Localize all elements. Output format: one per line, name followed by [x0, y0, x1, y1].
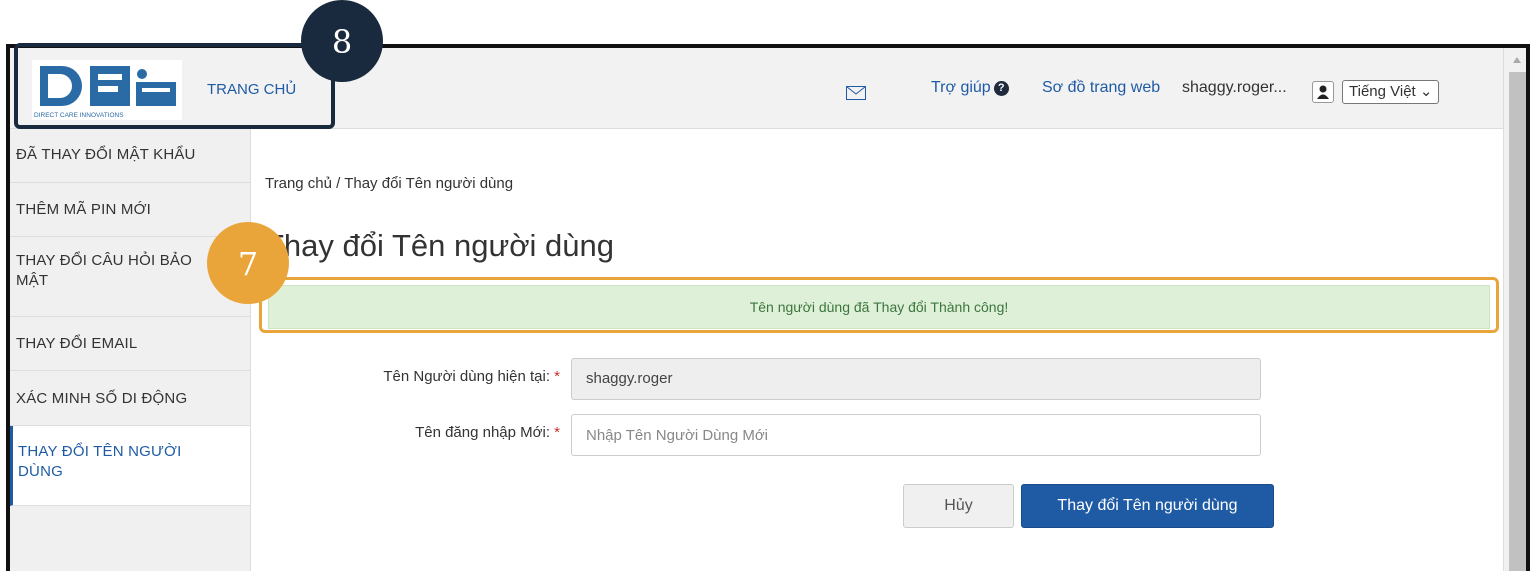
sidebar-item-label: THAY ĐỔI CÂU HỎI BẢO MẬT — [16, 252, 192, 289]
change-username-button[interactable]: Thay đổi Tên người dùng — [1021, 484, 1274, 528]
current-username-label: Tên Người dùng hiện tại: * — [260, 368, 560, 385]
callout-badge-8: 8 — [301, 0, 383, 82]
user-icon[interactable] — [1312, 81, 1334, 103]
envelope-icon[interactable] — [846, 86, 866, 105]
sidebar-item-password-changed[interactable]: ĐÃ THAY ĐỔI MẬT KHẨU — [10, 129, 250, 183]
sitemap-link[interactable]: Sơ đồ trang web — [1042, 79, 1160, 97]
chevron-down-icon: ⌄ — [1419, 83, 1433, 100]
sidebar-item-label: THAY ĐỔI TÊN NGƯỜI DÙNG — [18, 443, 182, 480]
required-mark: * — [554, 424, 560, 441]
callout-highlight-header — [14, 43, 335, 129]
help-link[interactable]: Trợ giúp? — [931, 79, 1009, 97]
vertical-scrollbar[interactable] — [1503, 48, 1526, 571]
current-username-label-text: Tên Người dùng hiện tại: — [383, 368, 550, 385]
new-username-input[interactable] — [571, 414, 1261, 456]
language-select[interactable]: Tiếng Việt ⌄ — [1342, 80, 1440, 104]
scroll-thumb[interactable] — [1509, 72, 1526, 571]
new-username-label: Tên đăng nhập Mới: * — [260, 424, 560, 441]
scroll-up-icon[interactable] — [1513, 57, 1521, 63]
success-alert: Tên người dùng đã Thay đổi Thành công! — [268, 285, 1490, 329]
sidebar-item-change-email[interactable]: THAY ĐỔI EMAIL — [10, 317, 250, 371]
cancel-button[interactable]: Hủy — [903, 484, 1014, 528]
sidebar-item-label: XÁC MINH SỐ DI ĐỘNG — [16, 390, 188, 407]
question-circle-icon: ? — [993, 81, 1009, 96]
help-label: Trợ giúp — [931, 79, 991, 96]
required-mark: * — [554, 368, 560, 385]
sidebar-item-change-username[interactable]: THAY ĐỔI TÊN NGƯỜI DÙNG — [10, 426, 250, 506]
sidebar-item-label: ĐÃ THAY ĐỔI MẬT KHẨU — [16, 146, 196, 163]
page-title: Thay đổi Tên người dùng — [265, 228, 615, 263]
new-username-label-text: Tên đăng nhập Mới: — [415, 424, 550, 441]
sidebar-item-add-pin[interactable]: THÊM MÃ PIN MỚI — [10, 183, 250, 237]
sidebar-item-label: THÊM MÃ PIN MỚI — [16, 201, 152, 218]
sidebar: ĐÃ THAY ĐỔI MẬT KHẨU THÊM MÃ PIN MỚI THA… — [10, 129, 251, 571]
current-username-field: shaggy.roger — [571, 358, 1261, 400]
breadcrumb: Trang chủ / Thay đổi Tên người dùng — [265, 175, 514, 192]
sidebar-item-verify-mobile[interactable]: XÁC MINH SỐ DI ĐỘNG — [10, 371, 250, 426]
callout-badge-7: 7 — [207, 222, 289, 304]
username-display[interactable]: shaggy.roger... — [1182, 79, 1287, 97]
sidebar-item-label: THAY ĐỔI EMAIL — [16, 335, 138, 352]
language-value: Tiếng Việt — [1349, 83, 1416, 100]
